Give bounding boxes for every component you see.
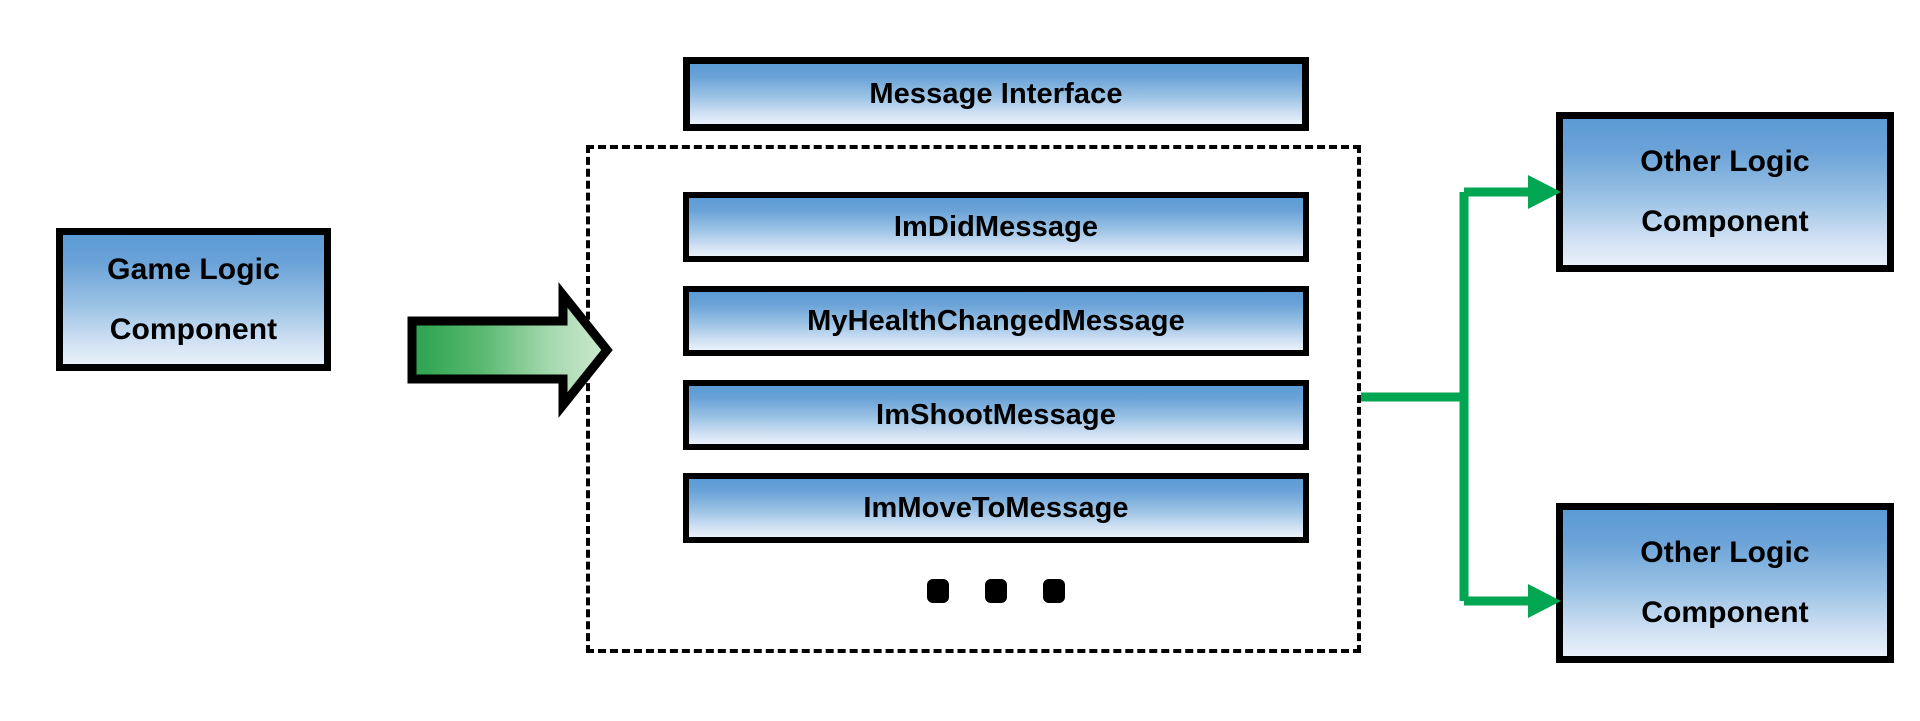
ellipsis-dot-icon: [927, 579, 949, 603]
game-logic-component-label-line1: Game Logic: [107, 252, 280, 286]
message-interface-header-label: Message Interface: [869, 77, 1123, 110]
message-box-label: ImShootMessage: [876, 398, 1116, 431]
message-box-im-did-message[interactable]: ImDidMessage: [683, 192, 1309, 262]
diagram-canvas: Game Logic Component Message Interface I…: [0, 0, 1920, 721]
game-logic-component-box[interactable]: Game Logic Component: [56, 228, 331, 371]
message-box-label: ImMoveToMessage: [863, 491, 1129, 524]
other-logic-component-bottom-label-line2: Component: [1641, 596, 1809, 629]
ellipsis-dot-icon: [985, 579, 1007, 603]
block-arrow-to-message-interface: [407, 282, 613, 418]
other-logic-component-box-bottom[interactable]: Other Logic Component: [1556, 503, 1894, 663]
ellipsis-dot-icon: [1043, 579, 1065, 603]
green-connector-lines: [1361, 175, 1561, 618]
other-logic-component-box-top[interactable]: Other Logic Component: [1556, 112, 1894, 272]
message-list-ellipsis: [880, 578, 1112, 604]
other-logic-component-top-label-line1: Other Logic: [1640, 145, 1810, 178]
other-logic-component-top-label-line2: Component: [1641, 205, 1809, 238]
message-interface-header-box[interactable]: Message Interface: [683, 57, 1309, 131]
message-box-im-move-to-message[interactable]: ImMoveToMessage: [683, 473, 1309, 543]
message-box-im-shoot-message[interactable]: ImShootMessage: [683, 380, 1309, 450]
message-box-label: MyHealthChangedMessage: [807, 304, 1185, 337]
message-box-my-health-changed-message[interactable]: MyHealthChangedMessage: [683, 286, 1309, 356]
message-box-label: ImDidMessage: [893, 210, 1099, 243]
game-logic-component-label-line2: Component: [109, 312, 278, 346]
other-logic-component-bottom-label-line1: Other Logic: [1640, 536, 1810, 569]
